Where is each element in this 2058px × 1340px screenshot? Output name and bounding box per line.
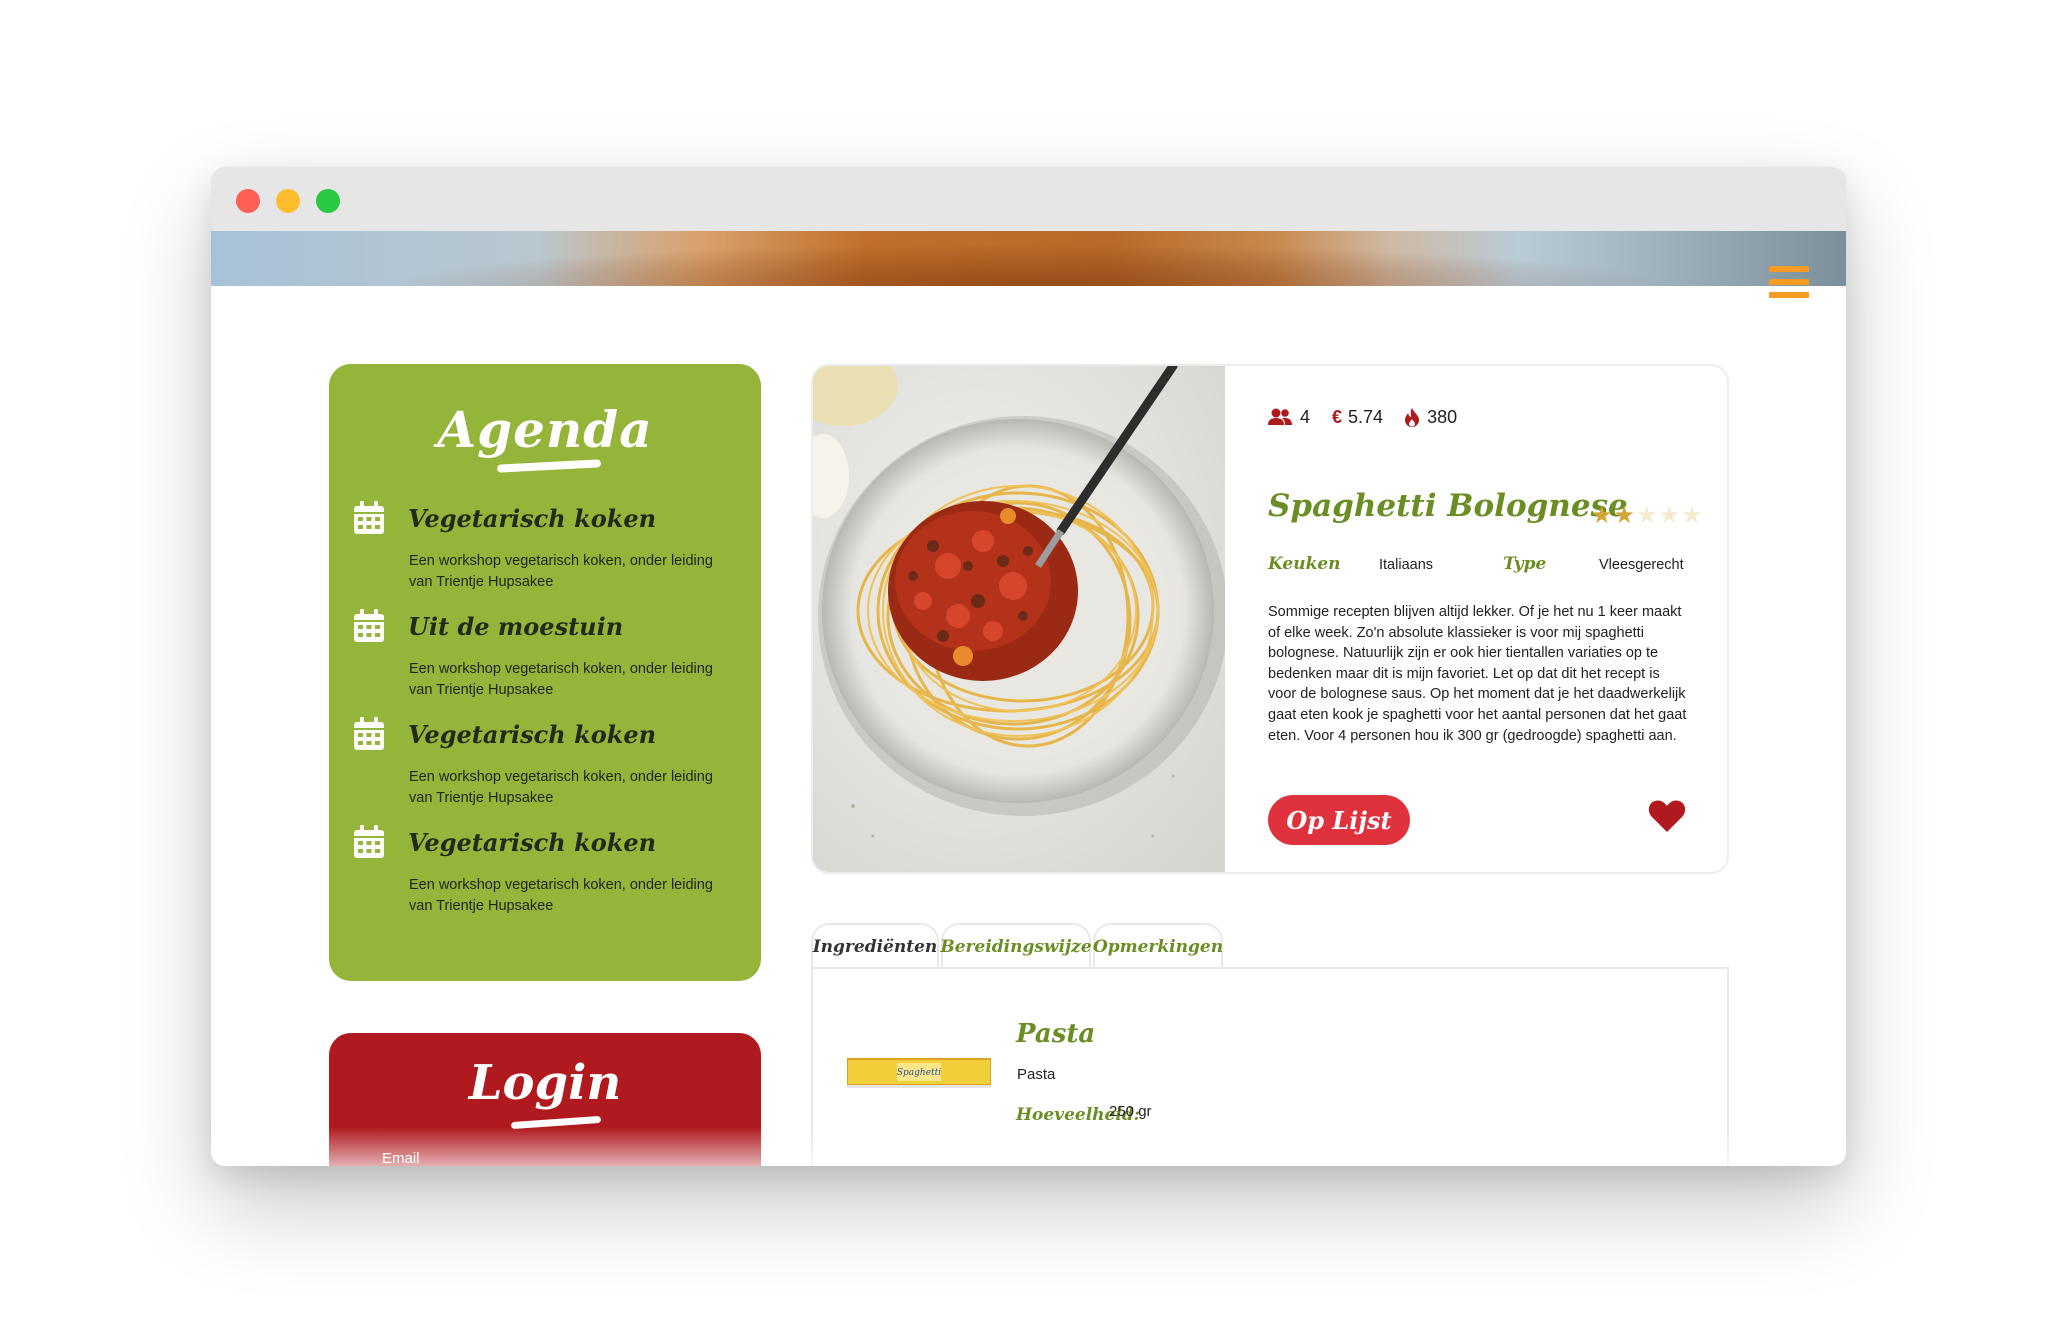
- hero-banner-image: [211, 231, 1846, 286]
- calendar-icon: [354, 501, 384, 534]
- euro-icon: €: [1332, 406, 1343, 427]
- pasta-package-text: Spaghetti: [897, 1068, 941, 1078]
- login-title: Login: [468, 1055, 622, 1111]
- star-filled-icon[interactable]: ★: [1591, 504, 1613, 528]
- star-filled-icon[interactable]: ★: [1614, 504, 1636, 528]
- spaghetti-plate-image: [813, 366, 1225, 872]
- agenda-item-title: Uit de moestuin: [408, 612, 624, 641]
- browser-window: Agenda Vegetarisch koken Een workshop ve…: [211, 167, 1846, 1166]
- persons-value: 4: [1300, 406, 1311, 427]
- calendar-icon: [354, 609, 384, 642]
- menu-icon-bar: [1769, 266, 1809, 272]
- agenda-title: Agenda: [437, 400, 653, 459]
- type-value: Vleesgerecht: [1599, 557, 1684, 573]
- agenda-item-description: Een workshop vegetarisch koken, onder le…: [409, 877, 713, 914]
- agenda-item-title: Vegetarisch koken: [408, 828, 657, 857]
- ingredient-name: Pasta: [1016, 1019, 1096, 1049]
- calories-value: 380: [1427, 406, 1458, 427]
- pasta-package-image: Spaghetti: [847, 1058, 991, 1088]
- agenda-item[interactable]: Vegetarisch koken Een workshop vegetaris…: [353, 715, 743, 815]
- star-empty-icon[interactable]: ★: [1636, 504, 1658, 528]
- email-label: Email: [382, 1150, 420, 1166]
- recipe-title: Spaghetti Bolognese: [1268, 488, 1628, 524]
- price-stat: € 5.74: [1332, 407, 1383, 428]
- type-label: Type: [1503, 554, 1547, 574]
- star-empty-icon[interactable]: ★: [1659, 504, 1681, 528]
- cuisine-value: Italiaans: [1379, 557, 1434, 573]
- recipe-stats: 4 € 5.74 380: [1268, 405, 1479, 429]
- window-titlebar: [211, 167, 1846, 231]
- menu-icon-bar: [1769, 279, 1809, 285]
- tab-remarks[interactable]: Opmerkingen: [1093, 923, 1223, 968]
- calendar-icon: [354, 825, 384, 858]
- minimize-window-button[interactable]: [276, 189, 300, 213]
- calories-stat: 380: [1405, 407, 1457, 428]
- agenda-title-underline: [496, 459, 602, 473]
- star-empty-icon[interactable]: ★: [1681, 504, 1703, 528]
- calendar-icon: [354, 717, 384, 750]
- agenda-item[interactable]: Vegetarisch koken Een workshop vegetaris…: [353, 823, 743, 923]
- users-icon: [1268, 408, 1292, 425]
- tab-preparation[interactable]: Bereidingswijze: [940, 923, 1092, 968]
- agenda-item-title: Vegetarisch koken: [408, 504, 657, 533]
- agenda-item-description: Een workshop vegetarisch koken, onder le…: [409, 769, 713, 806]
- rating-stars[interactable]: ★ ★ ★ ★ ★: [1591, 504, 1704, 528]
- price-value: 5.74: [1348, 406, 1384, 427]
- ingredient-subtitle: Pasta: [1017, 1066, 1056, 1083]
- agenda-item-description: Een workshop vegetarisch koken, onder le…: [409, 553, 713, 590]
- recipe-description: Sommige recepten blijven altijd lekker. …: [1268, 604, 1687, 744]
- login-title-underline: [510, 1115, 602, 1130]
- heart-icon[interactable]: [1648, 799, 1686, 833]
- menu-icon[interactable]: [1769, 266, 1809, 301]
- agenda-item-description: Een workshop vegetarisch koken, onder le…: [409, 661, 713, 698]
- close-window-button[interactable]: [236, 189, 260, 213]
- login-card: Login Email: [329, 1033, 761, 1166]
- tab-ingredients[interactable]: Ingrediënten: [811, 923, 939, 968]
- page-background: Agenda Vegetarisch koken Een workshop ve…: [0, 0, 2058, 1340]
- quantity-value: 250 gr: [1109, 1103, 1152, 1120]
- menu-icon-bar: [1769, 292, 1809, 298]
- cuisine-label: Keuken: [1268, 554, 1341, 574]
- add-to-list-button[interactable]: Op Lijst: [1268, 795, 1410, 845]
- recipe-tabs: Ingrediënten Bereidingswijze Opmerkingen: [811, 923, 1729, 968]
- recipe-photo: [813, 366, 1225, 872]
- flame-icon: [1405, 407, 1420, 427]
- agenda-item[interactable]: Vegetarisch koken Een workshop vegetaris…: [353, 499, 743, 599]
- persons-stat: 4: [1268, 407, 1310, 428]
- maximize-window-button[interactable]: [316, 189, 340, 213]
- agenda-item-title: Vegetarisch koken: [408, 720, 657, 749]
- ingredients-panel: Spaghetti Pasta Pasta Hoeveelheid: 250 g…: [811, 967, 1729, 1166]
- agenda-item[interactable]: Uit de moestuin Een workshop vegetarisch…: [353, 607, 743, 707]
- agenda-card: Agenda Vegetarisch koken Een workshop ve…: [329, 364, 761, 981]
- recipe-card: 4 € 5.74 380 Spaghetti Bolognese ★ ★ ★ ★…: [811, 364, 1729, 874]
- hero-banner-shade: [211, 231, 1846, 286]
